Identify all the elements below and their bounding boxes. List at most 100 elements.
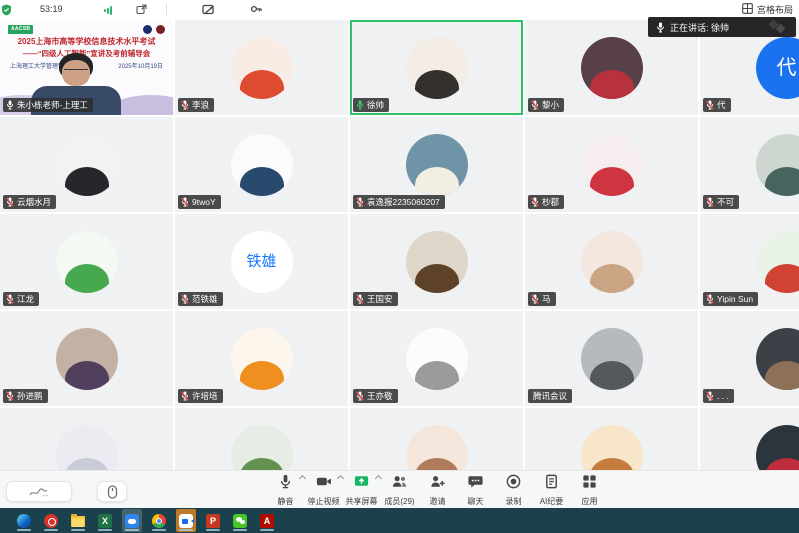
video-tile[interactable]: 杪鄀 (525, 117, 698, 212)
wechat-app-icon (233, 514, 247, 528)
security-key-icon[interactable] (250, 4, 263, 16)
video-tile[interactable]: 李浪 (175, 20, 348, 115)
participant-name: 9twoY (192, 196, 216, 208)
taskbar-icon-cloud-app[interactable] (122, 509, 142, 532)
avatar-figure (65, 361, 109, 390)
video-tile[interactable]: 孙进鹏 (0, 311, 173, 406)
chat-icon (467, 473, 484, 495)
video-tile[interactable]: . . . (700, 311, 799, 406)
avatar-figure (415, 264, 459, 293)
toolbar-button-apps[interactable]: 应用 (572, 473, 608, 507)
toolbar-button-members[interactable]: 成员(29) (382, 473, 418, 507)
mic-muted-icon (706, 294, 714, 304)
mic-on-icon (6, 100, 14, 110)
taskbar-icon-excel[interactable]: X (95, 509, 115, 532)
university-logos (143, 25, 165, 34)
cloud-app-app-icon (125, 514, 139, 528)
participant-avatar (581, 37, 643, 99)
annotation-tools-button[interactable] (6, 481, 72, 502)
excel-app-icon: X (98, 514, 112, 528)
participant-avatar (406, 231, 468, 293)
taskbar-icon-netease-music[interactable] (41, 509, 61, 532)
video-tile[interactable]: 袁逸报2235060207 (350, 117, 523, 212)
netease-music-app-icon (44, 514, 58, 528)
running-indicator (125, 529, 139, 531)
chevron-up-icon[interactable] (336, 474, 343, 481)
toolbar-button-chat[interactable]: 聊天 (458, 473, 494, 507)
participant-avatar (581, 134, 643, 196)
taskbar-icon-chrome[interactable] (149, 509, 169, 532)
participant-name-label: 朱小栋老师-上理工 (3, 98, 93, 112)
screenshot-icon[interactable] (202, 4, 215, 16)
avatar-figure (240, 70, 284, 99)
taskbar-icon-powerpoint[interactable]: P (203, 509, 223, 532)
video-tile[interactable]: 云烟水月 (0, 117, 173, 212)
avatar-figure (415, 167, 459, 196)
record-icon (505, 473, 522, 495)
toolbar-button-stop-video[interactable]: 停止视频 (306, 473, 342, 507)
chevron-up-icon[interactable] (374, 474, 381, 481)
video-tile[interactable]: 腾讯会议 (525, 311, 698, 406)
avatar-text: 代 (777, 58, 797, 78)
mouse-mode-button[interactable] (97, 481, 127, 502)
chevron-up-icon[interactable] (298, 474, 305, 481)
video-tile[interactable]: 9twoY (175, 117, 348, 212)
toolbar-button-label: 停止视频 (308, 496, 340, 507)
participant-avatar (56, 231, 118, 293)
acrobat-app-icon: A (260, 514, 274, 528)
mic-on-icon (356, 100, 364, 110)
video-tile[interactable]: 许培培 (175, 311, 348, 406)
participant-name: . . . (717, 390, 729, 402)
toolbar-button-ai-notes[interactable]: AI纪要 (534, 473, 570, 507)
meeting-app-icon (179, 514, 193, 528)
taskbar-icon-file-explorer[interactable] (68, 509, 88, 532)
taskbar-icon-wechat[interactable] (230, 509, 250, 532)
avatar-figure (65, 264, 109, 293)
shield-icon[interactable] (1, 4, 12, 16)
meeting-timer: 53:19 (40, 4, 63, 14)
mic-muted-icon (531, 100, 539, 110)
participant-name: 袁逸报2235060207 (367, 196, 440, 208)
video-tile[interactable]: 铁雄范铁雄 (175, 214, 348, 309)
participant-name: 不可 (717, 196, 734, 208)
participant-name: 王亦敬 (367, 390, 393, 402)
mic-muted-icon (706, 100, 714, 110)
camera-icon (315, 473, 332, 495)
video-tile[interactable]: 王国安 (350, 214, 523, 309)
video-tile[interactable]: 江龙 (0, 214, 173, 309)
video-tile[interactable]: 王亦敬 (350, 311, 523, 406)
network-signal-icon (104, 6, 112, 15)
video-tile[interactable]: Yipin Sun (700, 214, 799, 309)
participant-avatar (406, 134, 468, 196)
video-tile-presenter[interactable]: AACSB 2025上海市高等学校信息技术水平考试 ——“四级人工智能”宣讲及考… (0, 20, 173, 115)
toolbar-button-invite[interactable]: 邀请 (420, 473, 456, 507)
video-tile[interactable]: 马 (525, 214, 698, 309)
video-tile[interactable]: 徐帅 (350, 20, 523, 115)
participant-name-label: 马 (528, 292, 556, 306)
participant-name-label: 王亦敬 (353, 389, 398, 403)
taskbar-icon-edge[interactable] (14, 509, 34, 532)
chrome-app-icon (152, 514, 166, 528)
avatar-figure (590, 361, 634, 390)
avatar-figure (240, 167, 284, 196)
participant-avatar (756, 134, 799, 196)
toolbar-button-mute[interactable]: 静音 (268, 473, 304, 507)
participant-name-label: 腾讯会议 (528, 389, 572, 403)
taskbar-icon-meeting[interactable] (176, 509, 196, 532)
participant-name: 范铁雄 (192, 293, 218, 305)
participant-name: 孙进鹏 (17, 390, 43, 402)
taskbar-icon-acrobat[interactable]: A (257, 509, 277, 532)
toolbar-button-share-screen[interactable]: 共享屏幕 (344, 473, 380, 507)
aacsb-logo: AACSB (8, 25, 33, 34)
participant-name-label: 王国安 (353, 292, 398, 306)
grid-layout-icon (742, 3, 753, 16)
mic-muted-icon (356, 391, 364, 401)
participant-name-label: 不可 (703, 195, 739, 209)
toolbar-button-label: 录制 (506, 496, 522, 507)
toolbar-button-record[interactable]: 录制 (496, 473, 532, 507)
share-window-icon[interactable] (136, 4, 147, 15)
participant-avatar (56, 328, 118, 390)
layout-switcher[interactable]: 宫格布局 (742, 3, 793, 16)
video-tile[interactable]: 不可 (700, 117, 799, 212)
running-indicator (179, 529, 193, 531)
